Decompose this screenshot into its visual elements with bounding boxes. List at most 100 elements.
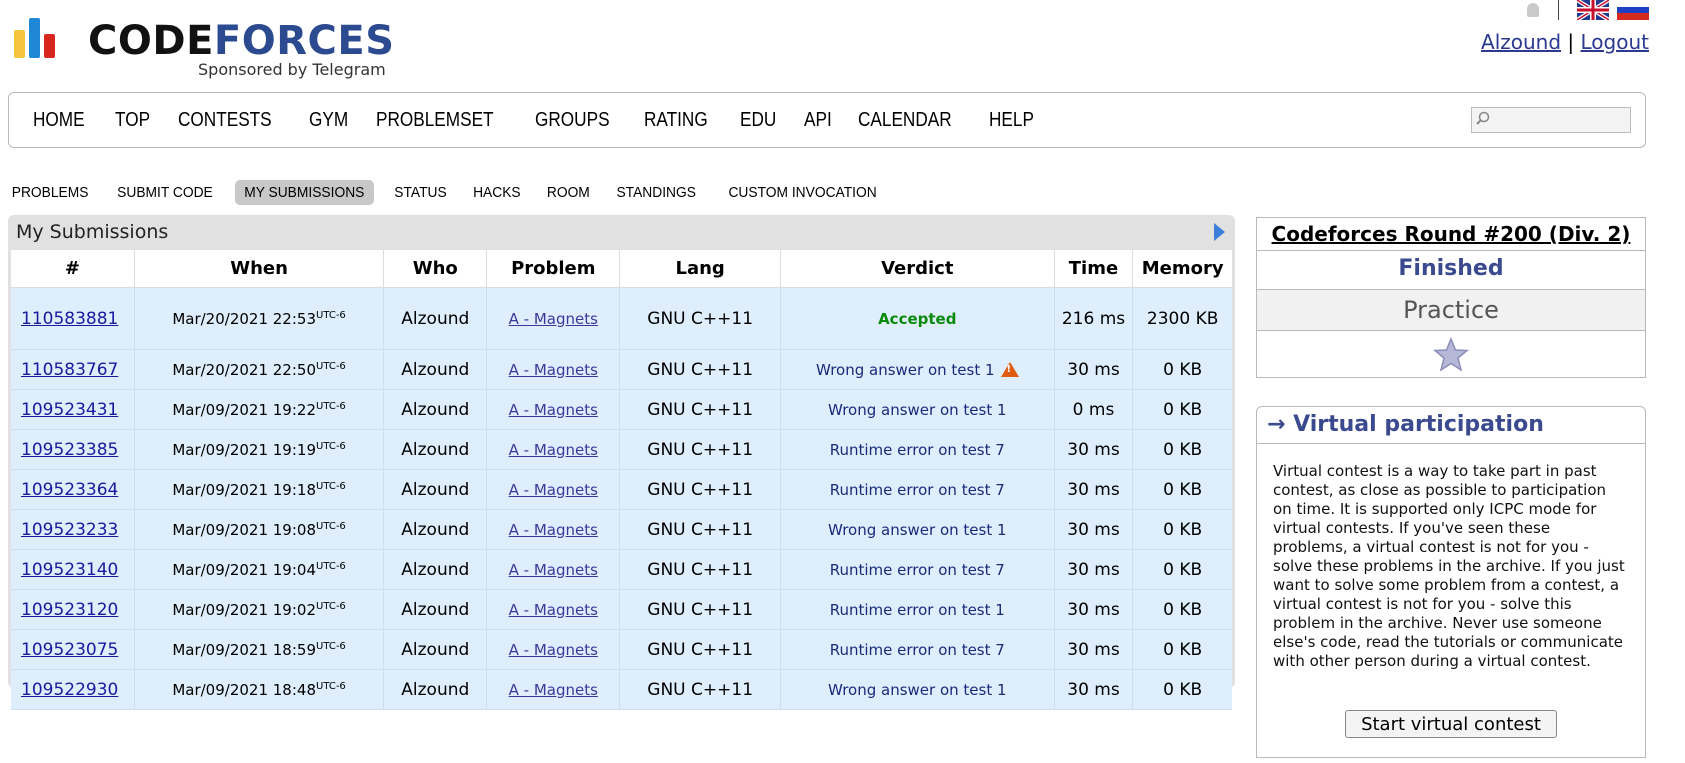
timezone-label: UTC-6 — [316, 400, 346, 412]
search-icon — [1476, 111, 1490, 125]
star-icon[interactable] — [1433, 337, 1469, 373]
submission-who-cell: Alzound — [383, 549, 488, 590]
submission-id-link[interactable]: 109523075 — [21, 640, 118, 660]
submission-when-cell: Mar/09/2021 19:02UTC-6 — [134, 589, 385, 630]
uk-flag-icon[interactable] — [1577, 0, 1609, 20]
tab-standings[interactable]: STANDINGS — [607, 180, 705, 205]
submission-verdict-cell[interactable]: Runtime error on test 7 — [780, 549, 1055, 590]
bell-icon[interactable] — [1524, 0, 1542, 20]
submission-verdict-cell[interactable]: Runtime error on test 7 — [780, 469, 1055, 510]
submission-when: Mar/09/2021 18:48 — [172, 680, 316, 699]
tab-my-submissions[interactable]: MY SUBMISSIONS — [235, 179, 374, 205]
table-header-row: # When Who Problem Lang Verdict Time Mem… — [11, 250, 1232, 288]
nav-contests[interactable]: CONTESTS — [178, 109, 272, 132]
submission-memory-cell: 0 KB — [1132, 389, 1232, 430]
submission-problem-cell: A - Magnets — [486, 469, 621, 510]
contest-title-link[interactable]: Codeforces Round #200 (Div. 2) — [1272, 222, 1631, 246]
submission-who-cell: Alzound — [383, 349, 488, 390]
problem-link[interactable]: A - Magnets — [509, 401, 598, 419]
submission-verdict-cell[interactable]: Runtime error on test 7 — [780, 429, 1055, 470]
submissions-table: # When Who Problem Lang Verdict Time Mem… — [11, 250, 1232, 710]
submission-verdict-cell[interactable]: Wrong answer on test 1 — [780, 349, 1055, 390]
submission-memory-cell: 0 KB — [1132, 469, 1232, 510]
arrow-right-icon[interactable] — [1214, 223, 1225, 241]
submission-problem-cell: A - Magnets — [486, 509, 621, 550]
submission-id-link[interactable]: 110583767 — [21, 360, 118, 380]
submission-id-link[interactable]: 109523385 — [21, 440, 118, 460]
submission-problem-cell: A - Magnets — [486, 389, 621, 430]
nav-api[interactable]: API — [804, 109, 832, 132]
submission-memory-cell: 0 KB — [1132, 509, 1232, 550]
icon-separator — [1558, 0, 1559, 20]
logo-wordmark: CODEFORCES — [88, 18, 395, 64]
submission-verdict-cell[interactable]: Runtime error on test 7 — [780, 629, 1055, 670]
nav-help[interactable]: HELP — [989, 109, 1034, 132]
submission-id-link[interactable]: 109522930 — [21, 680, 118, 700]
submission-when: Mar/20/2021 22:50 — [172, 360, 316, 379]
submission-when-cell: Mar/09/2021 19:18UTC-6 — [134, 469, 385, 510]
virtual-title: → Virtual participation — [1257, 407, 1645, 444]
tab-hacks[interactable]: HACKS — [464, 180, 530, 205]
submission-time-cell: 30 ms — [1054, 549, 1134, 590]
problem-link[interactable]: A - Magnets — [509, 521, 598, 539]
problem-link[interactable]: A - Magnets — [509, 561, 598, 579]
submission-verdict-cell[interactable]: Wrong answer on test 1 — [780, 509, 1055, 550]
submission-memory-cell: 0 KB — [1132, 589, 1232, 630]
submission-lang-cell: GNU C++11 — [619, 669, 781, 710]
nav-top[interactable]: TOP — [115, 109, 150, 132]
submission-when: Mar/09/2021 19:04 — [172, 560, 316, 579]
nav-home[interactable]: HOME — [33, 109, 85, 132]
ru-flag-icon[interactable] — [1617, 0, 1649, 20]
contest-status: Finished — [1257, 250, 1645, 289]
user-profile-link[interactable]: Alzound — [1481, 30, 1561, 54]
submission-when: Mar/20/2021 22:53 — [172, 309, 316, 328]
tab-submit-code[interactable]: SUBMIT CODE — [108, 180, 222, 205]
problem-link[interactable]: A - Magnets — [509, 441, 598, 459]
logo-bar-yellow — [14, 30, 25, 58]
contest-mode: Practice — [1257, 289, 1645, 330]
user-links-separator: | — [1567, 30, 1575, 54]
submission-problem-cell: A - Magnets — [486, 549, 621, 590]
tab-custom-invocation[interactable]: CUSTOM INVOCATION — [719, 180, 886, 205]
star-container — [1257, 330, 1645, 379]
codeforces-logo[interactable]: CODEFORCES Sponsored by Telegram — [14, 8, 395, 79]
submission-id-link[interactable]: 109523431 — [21, 400, 118, 420]
submission-lang-cell: GNU C++11 — [619, 589, 781, 630]
submission-id-link[interactable]: 109523140 — [21, 560, 118, 580]
virtual-description: Virtual contest is a way to take part in… — [1273, 462, 1625, 670]
search-input[interactable] — [1471, 107, 1631, 133]
submission-verdict-cell[interactable]: Runtime error on test 1 — [780, 589, 1055, 630]
problem-link[interactable]: A - Magnets — [509, 641, 598, 659]
logo-bar-red — [44, 34, 55, 58]
problem-link[interactable]: A - Magnets — [509, 361, 598, 379]
warning-icon — [1000, 361, 1019, 377]
problem-link[interactable]: A - Magnets — [509, 481, 598, 499]
nav-rating[interactable]: RATING — [644, 109, 708, 132]
problem-link[interactable]: A - Magnets — [509, 310, 598, 328]
submission-verdict-cell[interactable]: Wrong answer on test 1 — [780, 389, 1055, 430]
submission-id-link[interactable]: 109523120 — [21, 600, 118, 620]
submission-verdict-cell[interactable]: Wrong answer on test 1 — [780, 669, 1055, 710]
tab-room[interactable]: ROOM — [537, 180, 598, 205]
nav-groups[interactable]: GROUPS — [535, 109, 610, 132]
timezone-label: UTC-6 — [316, 520, 346, 532]
submission-id-link[interactable]: 109523364 — [21, 480, 118, 500]
submission-who-cell: Alzound — [383, 469, 488, 510]
top-icons — [1524, 0, 1649, 22]
problem-link[interactable]: A - Magnets — [509, 601, 598, 619]
nav-calendar[interactable]: CALENDAR — [858, 109, 952, 132]
tab-problems[interactable]: PROBLEMS — [12, 180, 98, 205]
submission-verdict-cell[interactable]: Accepted — [780, 287, 1055, 350]
nav-edu[interactable]: EDU — [740, 109, 776, 132]
start-virtual-contest-button[interactable]: Start virtual contest — [1345, 710, 1557, 738]
nav-gym[interactable]: GYM — [309, 109, 348, 132]
submission-id-cell: 109523140 — [11, 549, 135, 590]
problem-link[interactable]: A - Magnets — [509, 681, 598, 699]
nav-problemset[interactable]: PROBLEMSET — [376, 109, 494, 132]
submission-id-link[interactable]: 109523233 — [21, 520, 118, 540]
col-time: Time — [1054, 250, 1134, 288]
logout-link[interactable]: Logout — [1581, 30, 1649, 54]
table-row: 110583767 Mar/20/2021 22:50UTC-6 Alzound A … — [11, 349, 1232, 390]
tab-status[interactable]: STATUS — [385, 180, 456, 205]
submission-id-link[interactable]: 110583881 — [21, 309, 118, 329]
